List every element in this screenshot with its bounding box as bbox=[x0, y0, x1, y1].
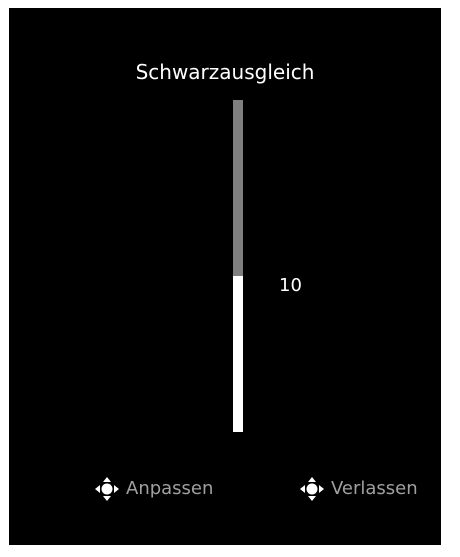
adjust-hint-label: Anpassen bbox=[126, 478, 214, 499]
osd-title: Schwarzausgleich bbox=[135, 60, 315, 84]
black-equalizer-slider[interactable] bbox=[233, 100, 243, 432]
joystick-icon bbox=[299, 476, 325, 502]
slider-fill bbox=[233, 275, 243, 432]
exit-hint: Verlassen bbox=[299, 477, 418, 501]
joystick-icon bbox=[94, 476, 120, 502]
osd-panel: Schwarzausgleich 10 Anpassen Verlassen bbox=[9, 8, 441, 545]
slider-value: 10 bbox=[279, 275, 302, 296]
adjust-hint: Anpassen bbox=[94, 477, 213, 501]
exit-hint-label: Verlassen bbox=[331, 478, 418, 499]
